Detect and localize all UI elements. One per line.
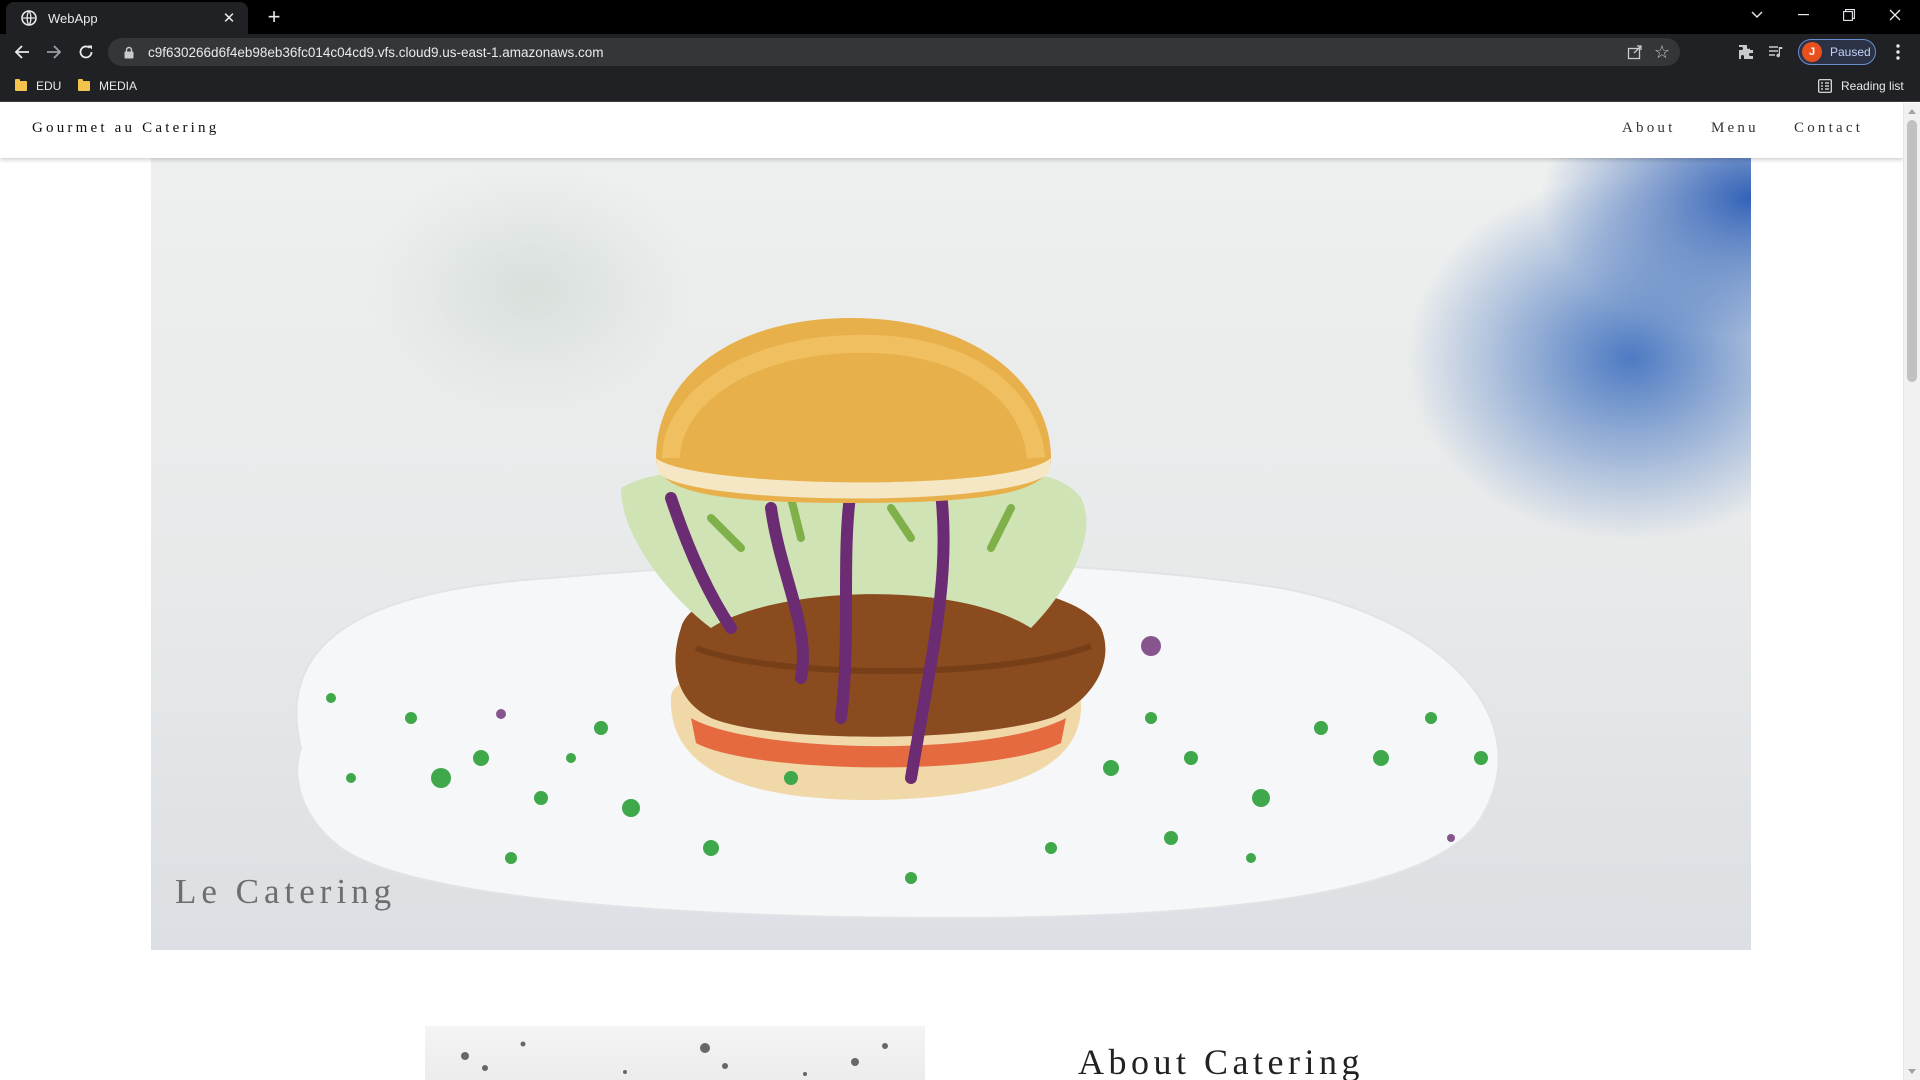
back-arrow-icon[interactable] xyxy=(8,38,36,66)
tab-title: WebApp xyxy=(48,10,98,26)
reload-icon[interactable] xyxy=(72,38,100,66)
lock-icon[interactable] xyxy=(122,45,136,59)
browser-toolbar: c9f630266d6f4eb98eb36fc014c04cd9.vfs.clo… xyxy=(0,34,1920,70)
profile-button[interactable]: J Paused xyxy=(1798,39,1876,65)
forward-arrow-icon[interactable] xyxy=(40,38,68,66)
reading-list-label: Reading list xyxy=(1841,79,1904,93)
window-close-icon[interactable] xyxy=(1872,0,1918,30)
nav-link-contact[interactable]: Contact xyxy=(1794,120,1863,137)
reading-list-button[interactable]: Reading list xyxy=(1818,77,1904,95)
share-icon[interactable] xyxy=(1626,43,1644,61)
bookmark-label: MEDIA xyxy=(99,79,138,93)
about-heading: About Catering xyxy=(1078,1042,1364,1080)
address-bar[interactable]: c9f630266d6f4eb98eb36fc014c04cd9.vfs.clo… xyxy=(108,38,1680,66)
page-scrollbar[interactable] xyxy=(1903,103,1920,1080)
reading-list-icon xyxy=(1818,79,1832,93)
hero-caption: Le Catering xyxy=(175,872,397,911)
scroll-up-arrow-icon[interactable] xyxy=(1908,109,1916,114)
extensions-icon[interactable] xyxy=(1736,42,1756,62)
tab-strip: WebApp ✕ + xyxy=(0,0,1920,34)
star-icon[interactable]: ☆ xyxy=(1652,42,1672,62)
minimize-icon[interactable] xyxy=(1780,0,1826,30)
folder-icon xyxy=(78,79,90,91)
bookmarks-bar: EDU MEDIA Reading list xyxy=(0,70,1920,102)
about-image xyxy=(425,1026,925,1080)
scrollbar-thumb[interactable] xyxy=(1907,120,1917,382)
bookmark-edu[interactable]: EDU xyxy=(15,77,61,95)
restore-icon[interactable] xyxy=(1826,0,1872,30)
nav-link-menu[interactable]: Menu xyxy=(1711,120,1759,137)
close-icon[interactable]: ✕ xyxy=(220,9,238,27)
avatar: J xyxy=(1802,42,1822,62)
site-brand[interactable]: Gourmet au Catering xyxy=(32,120,219,137)
nav-link-about[interactable]: About xyxy=(1622,120,1676,137)
url-text[interactable]: c9f630266d6f4eb98eb36fc014c04cd9.vfs.clo… xyxy=(148,45,604,60)
more-vertical-icon[interactable] xyxy=(1888,42,1908,62)
media-control-icon[interactable] xyxy=(1766,42,1786,62)
burger-illustration xyxy=(295,318,1500,920)
marble-texture xyxy=(461,1041,888,1076)
bookmark-media[interactable]: MEDIA xyxy=(78,77,137,95)
new-tab-icon[interactable]: + xyxy=(262,5,286,29)
folder-icon xyxy=(15,79,27,91)
globe-icon xyxy=(20,9,38,27)
browser-tab[interactable]: WebApp ✕ xyxy=(6,2,248,34)
profile-status: Paused xyxy=(1830,45,1871,59)
scroll-down-arrow-icon[interactable] xyxy=(1908,1069,1916,1074)
bookmark-label: EDU xyxy=(36,79,62,93)
chevron-down-icon[interactable] xyxy=(1734,0,1780,30)
page-viewport: Gourmet au Catering About Menu Contact L… xyxy=(0,103,1903,1080)
hero-image: Le Catering xyxy=(151,158,1751,950)
site-navbar: Gourmet au Catering About Menu Contact xyxy=(0,103,1903,158)
